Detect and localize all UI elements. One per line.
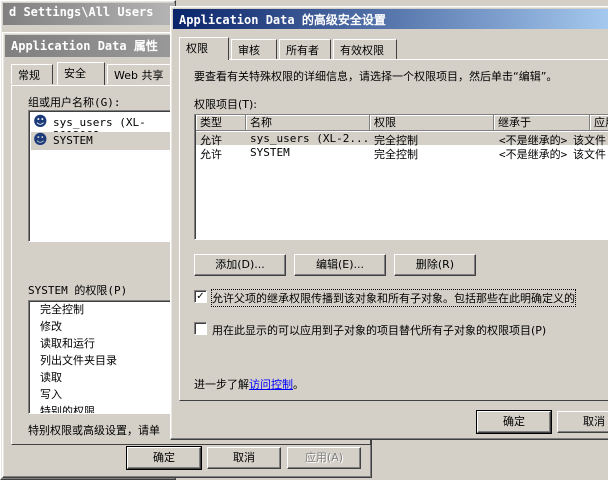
properties-ok-button[interactable]: 确定 (126, 446, 202, 470)
cell-inherited-from: <不是继承的> (499, 148, 568, 161)
users-group-icon: ☻ (33, 132, 48, 148)
column-header-inherited-from[interactable]: 继承于 (494, 115, 590, 131)
tab-auditing[interactable]: 审核 (231, 39, 277, 59)
table-row[interactable]: 允许 sys_users (XL-2... 完全控制 <不是继承的> 该文件 (196, 132, 608, 147)
column-header-type[interactable]: 类型 (196, 115, 246, 131)
column-header-applies-to[interactable]: 应用于 (590, 115, 608, 131)
users-group-icon: ☻ (33, 114, 48, 130)
permissions-label: SYSTEM 的权限(P) (28, 284, 128, 297)
perm-item: 读取 (40, 371, 62, 384)
learn-more-prefix: 进一步了解 (194, 378, 249, 391)
tab-security[interactable]: 安全 (57, 62, 105, 85)
access-control-link[interactable]: 访问控制 (249, 378, 293, 391)
tab-owner[interactable]: 所有者 (279, 39, 331, 59)
background-window-title: d Settings\All Users (3, 3, 175, 25)
add-button[interactable]: 添加(D)... (194, 254, 286, 276)
permissions-list[interactable]: 完全控制 修改 读取和运行 列出文件夹目录 读取 写入 特别的权限 (28, 300, 178, 414)
advanced-dialog-title: Application Data 的高级安全设置 (173, 9, 608, 29)
edit-button[interactable]: 编辑(E)... (294, 254, 386, 276)
entries-label: 权限项目(T): (194, 98, 258, 111)
cell-type: 允许 (200, 148, 222, 161)
learn-more-suffix: 。 (293, 378, 304, 391)
inherit-checkbox-label[interactable]: 允许父项的继承权限传播到该对象和所有子对象。包括那些在此明确定义的 (211, 289, 576, 307)
table-row[interactable]: 允许 SYSTEM 完全控制 <不是继承的> 该文件 (196, 146, 608, 161)
tab-web-sharing[interactable]: Web 共享 (107, 64, 177, 84)
tab-effective-permissions[interactable]: 有效权限 (333, 39, 397, 59)
column-header-name[interactable]: 名称 (246, 115, 370, 131)
perm-item: 完全控制 (40, 303, 84, 316)
permissions-tab-panel: 要查看有关特殊权限的详细信息，请选择一个权限项目，然后单击“编辑”。 权限项目(… (179, 59, 608, 401)
properties-apply-button[interactable]: 应用(A) (287, 447, 361, 469)
replace-checkbox[interactable] (194, 322, 207, 335)
inherit-checkbox[interactable]: ✓ (194, 290, 207, 303)
advanced-security-dialog: Application Data 的高级安全设置 权限 审核 所有者 有效权限 … (170, 6, 608, 440)
list-item-sys-users[interactable]: ☻ sys_users (XL-2013068 (31, 114, 181, 142)
perm-item: 修改 (40, 320, 62, 333)
perm-item: 特别的权限 (40, 405, 95, 414)
group-label: 组或用户名称(G): (28, 96, 121, 109)
perm-item: 写入 (40, 388, 62, 401)
users-list[interactable]: ☻ sys_users (XL-2013068 ☻ SYSTEM (28, 110, 181, 242)
properties-cancel-button[interactable]: 取消 (207, 447, 281, 469)
cell-permission: 完全控制 (374, 148, 418, 161)
column-header-permission[interactable]: 权限 (370, 115, 494, 131)
perm-item: 读取和运行 (40, 337, 95, 350)
cell-name: sys_users (XL-2... (250, 132, 370, 145)
cell-applies-to: 该文件 (573, 148, 606, 161)
remove-button[interactable]: 删除(R) (394, 254, 476, 276)
special-permissions-text: 特别权限或高级设置，请单 (28, 424, 160, 437)
tab-general[interactable]: 常规 (11, 64, 53, 84)
user-name: SYSTEM (53, 134, 93, 147)
replace-checkbox-label[interactable]: 用在此显示的可以应用到子对象的项目替代所有子对象的权限项目(P) (212, 322, 546, 338)
tab-permissions[interactable]: 权限 (179, 37, 229, 60)
advanced-tabstrip: 权限 审核 所有者 有效权限 (179, 37, 608, 61)
permission-entries-table[interactable]: 类型 名称 权限 继承于 应用于 允许 sys_users (XL-2... 完… (194, 114, 608, 240)
perm-item: 列出文件夹目录 (40, 354, 117, 367)
learn-more-line: 进一步了解访问控制。 (194, 376, 304, 392)
cell-name: SYSTEM (250, 146, 290, 159)
advanced-cancel-button[interactable]: 取消 (557, 411, 608, 433)
permissions-description: 要查看有关特殊权限的详细信息，请选择一个权限项目，然后单击“编辑”。 (194, 70, 558, 83)
list-item-system[interactable]: ☻ SYSTEM (31, 132, 181, 150)
advanced-ok-button[interactable]: 确定 (476, 410, 552, 434)
